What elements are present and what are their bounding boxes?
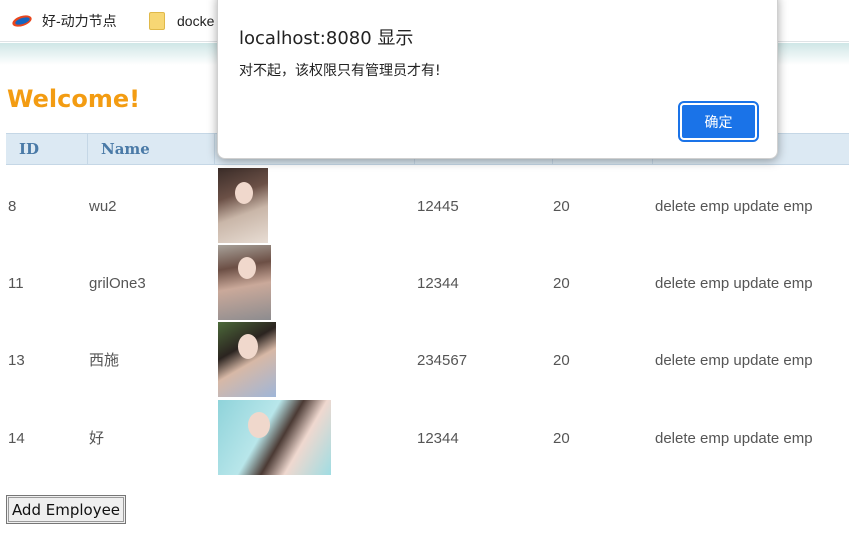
cell-id: 13 [8, 352, 25, 369]
cell-id: 14 [8, 430, 25, 447]
employee-photo [218, 322, 276, 397]
delete-emp-link[interactable]: delete emp [655, 198, 729, 215]
table-row: 11 grilOne3 12344 20 delete emp update e… [0, 245, 849, 322]
delete-emp-link[interactable]: delete emp [655, 352, 729, 369]
cell-name: 西施 [89, 352, 120, 369]
cell-name: grilOne3 [89, 275, 146, 292]
table-row: 14 好 12344 20 delete emp update emp [0, 400, 849, 477]
dialog-message: 对不起，该权限只有管理员才有! [239, 63, 441, 79]
cell-id: 11 [8, 275, 24, 292]
cell-name: 好 [89, 430, 105, 447]
cell-age: 20 [553, 275, 570, 292]
cell-name: wu2 [89, 198, 117, 215]
employee-photo [218, 245, 271, 320]
folder-icon [149, 12, 165, 30]
bookmark-docker[interactable]: docke [149, 11, 214, 31]
page: 好-动力节点 docke Welcome! ID Name 8 wu2 1244… [0, 0, 849, 534]
update-emp-link[interactable]: update emp [733, 430, 812, 447]
ok-button[interactable]: 确定 [678, 101, 759, 142]
update-emp-link[interactable]: update emp [733, 198, 812, 215]
cell-age: 20 [553, 352, 570, 369]
cell-salary: 12344 [417, 275, 459, 292]
delete-emp-link[interactable]: delete emp [655, 275, 729, 292]
cell-operations: delete emp update emp [655, 400, 813, 477]
bookmark-dongli[interactable]: 好-动力节点 [10, 11, 117, 31]
bookmark-label: 好-动力节点 [42, 13, 117, 29]
cell-salary: 234567 [417, 352, 468, 369]
cell-id: 8 [8, 198, 17, 215]
table-row: 8 wu2 12445 20 delete emp update emp [0, 168, 849, 245]
employee-photo [218, 400, 331, 475]
add-employee-button[interactable]: Add Employee [6, 495, 126, 524]
column-header-id: ID [6, 134, 88, 164]
table-row: 13 西施 234567 20 delete emp update emp [0, 322, 849, 399]
cell-salary: 12344 [417, 430, 459, 447]
cell-operations: delete emp update emp [655, 322, 813, 399]
bookmark-label: docke [177, 13, 215, 29]
employee-photo [218, 168, 268, 243]
cell-salary: 12445 [417, 198, 459, 215]
cell-age: 20 [553, 430, 570, 447]
site-logo-icon [10, 13, 34, 29]
column-header-name: Name [88, 134, 215, 164]
cell-operations: delete emp update emp [655, 245, 813, 322]
update-emp-link[interactable]: update emp [733, 352, 812, 369]
cell-age: 20 [553, 198, 570, 215]
cell-operations: delete emp update emp [655, 168, 813, 245]
alert-dialog: localhost:8080 显示 对不起，该权限只有管理员才有! 确定 [217, 0, 778, 159]
update-emp-link[interactable]: update emp [733, 275, 812, 292]
page-title: Welcome! [7, 85, 141, 113]
delete-emp-link[interactable]: delete emp [655, 430, 729, 447]
dialog-title: localhost:8080 显示 [239, 28, 414, 49]
